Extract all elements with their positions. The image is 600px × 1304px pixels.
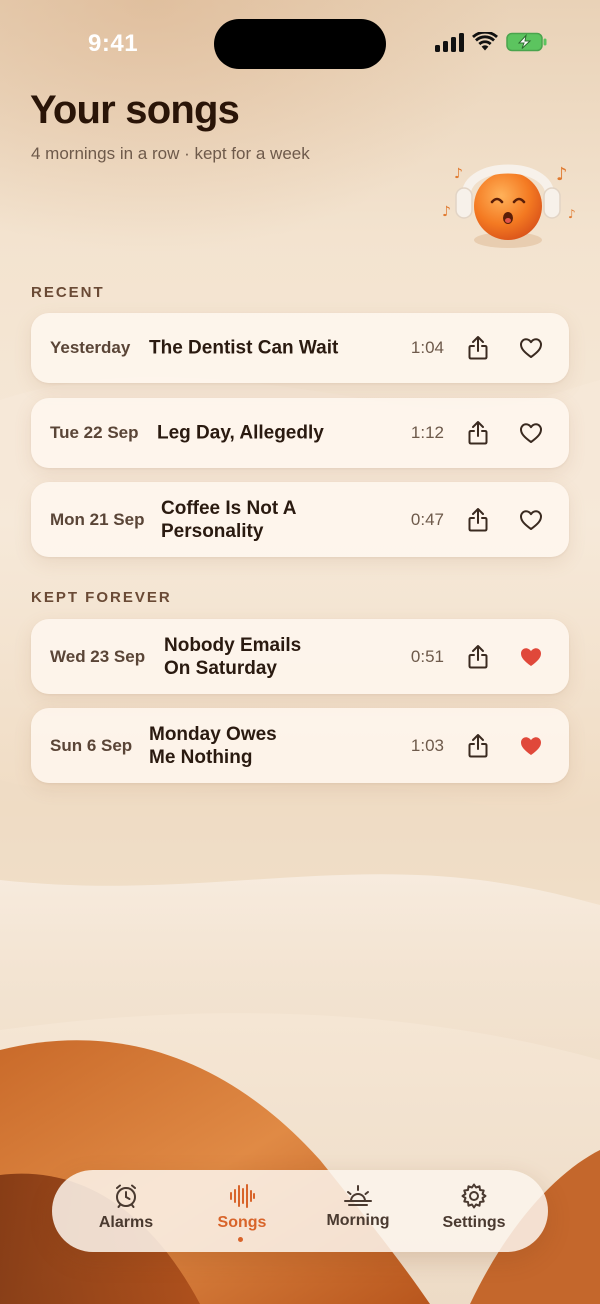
- section-label-kept-forever: KEPT FOREVER: [31, 589, 172, 606]
- gear-icon: [461, 1183, 487, 1209]
- wifi-icon: [472, 32, 498, 51]
- song-duration: 1:04: [410, 338, 444, 357]
- song-duration: 1:03: [410, 735, 444, 755]
- tab-songs[interactable]: Songs: [192, 1182, 292, 1232]
- song-title-line: Coffee Is Not A: [161, 497, 297, 519]
- alarm-clock-icon: [116, 1184, 136, 1208]
- tab-morning[interactable]: Morning: [308, 1182, 408, 1230]
- tab-label: Settings: [442, 1214, 506, 1231]
- status-icons: [435, 32, 548, 52]
- song-row[interactable]: Wed 23 Sep Nobody Emails On Saturday 0:5…: [31, 619, 569, 694]
- song-title-line: Personality: [161, 520, 264, 542]
- waveform-icon: [230, 1184, 255, 1208]
- song-title: Monday Owes Me Nothing: [149, 723, 277, 769]
- song-row[interactable]: Mon 21 Sep Coffee Is Not A Personality 0…: [31, 482, 569, 557]
- sunrise-icon: [344, 1185, 372, 1206]
- share-icon[interactable]: [467, 644, 489, 670]
- song-title-line: On Saturday: [164, 657, 277, 679]
- svg-text:♪: ♪: [442, 204, 451, 220]
- song-date: Tue 22 Sep: [50, 423, 139, 442]
- song-title-line: Monday Owes: [149, 723, 277, 745]
- share-icon[interactable]: [467, 420, 489, 446]
- share-icon[interactable]: [467, 733, 489, 759]
- song-title: The Dentist Can Wait: [149, 337, 339, 359]
- heart-outline-icon[interactable]: [519, 422, 543, 444]
- song-duration: 1:12: [410, 423, 444, 442]
- song-duration: 0:47: [410, 509, 444, 529]
- song-title: Leg Day, Allegedly: [157, 422, 324, 444]
- song-row[interactable]: Sun 6 Sep Monday Owes Me Nothing 1:03: [31, 708, 569, 783]
- tab-label: Alarms: [98, 1214, 154, 1231]
- song-title-line: Me Nothing: [149, 746, 253, 768]
- song-date: Yesterday: [50, 338, 131, 357]
- song-title: Nobody Emails On Saturday: [164, 634, 301, 680]
- status-time: 9:41: [88, 30, 139, 57]
- cellular-signal-icon: [435, 32, 464, 52]
- tab-label: Morning: [326, 1212, 390, 1229]
- status-bar: 9:41: [0, 0, 600, 90]
- song-row[interactable]: Tue 22 Sep Leg Day, Allegedly 1:12: [31, 398, 569, 468]
- svg-text:♪: ♪: [568, 207, 576, 221]
- song-row[interactable]: Yesterday The Dentist Can Wait 1:04: [31, 313, 569, 383]
- heart-outline-icon[interactable]: [519, 337, 543, 359]
- tab-settings[interactable]: Settings: [424, 1182, 524, 1232]
- heart-outline-icon[interactable]: [519, 509, 543, 531]
- share-icon[interactable]: [467, 335, 489, 361]
- active-tab-indicator: [238, 1237, 243, 1242]
- song-date: Sun 6 Sep: [50, 735, 133, 755]
- tab-label: Songs: [217, 1214, 267, 1231]
- battery-charging-icon: [506, 32, 547, 52]
- tab-bar: Alarms Songs Morning Settings: [52, 1170, 548, 1252]
- singing-sun-mascot-icon: ♪ ♪ ♪ ♪: [442, 164, 576, 248]
- svg-text:♪: ♪: [454, 166, 463, 182]
- song-date: Wed 23 Sep: [50, 646, 146, 666]
- section-label-recent: RECENT: [31, 284, 105, 301]
- page-title: Your songs: [30, 88, 240, 132]
- song-title-line: Nobody Emails: [164, 634, 302, 656]
- song-duration: 0:51: [410, 646, 444, 666]
- heart-filled-icon[interactable]: [519, 646, 543, 668]
- song-title: Coffee Is Not A Personality: [161, 497, 296, 543]
- dynamic-island: [214, 19, 386, 69]
- share-icon[interactable]: [467, 507, 489, 533]
- heart-filled-icon[interactable]: [519, 735, 543, 757]
- tab-alarms[interactable]: Alarms: [76, 1182, 176, 1232]
- svg-text:♪: ♪: [556, 164, 568, 185]
- streak-subtitle: 4 mornings in a row · kept for a week: [31, 144, 310, 163]
- song-date: Mon 21 Sep: [50, 509, 145, 529]
